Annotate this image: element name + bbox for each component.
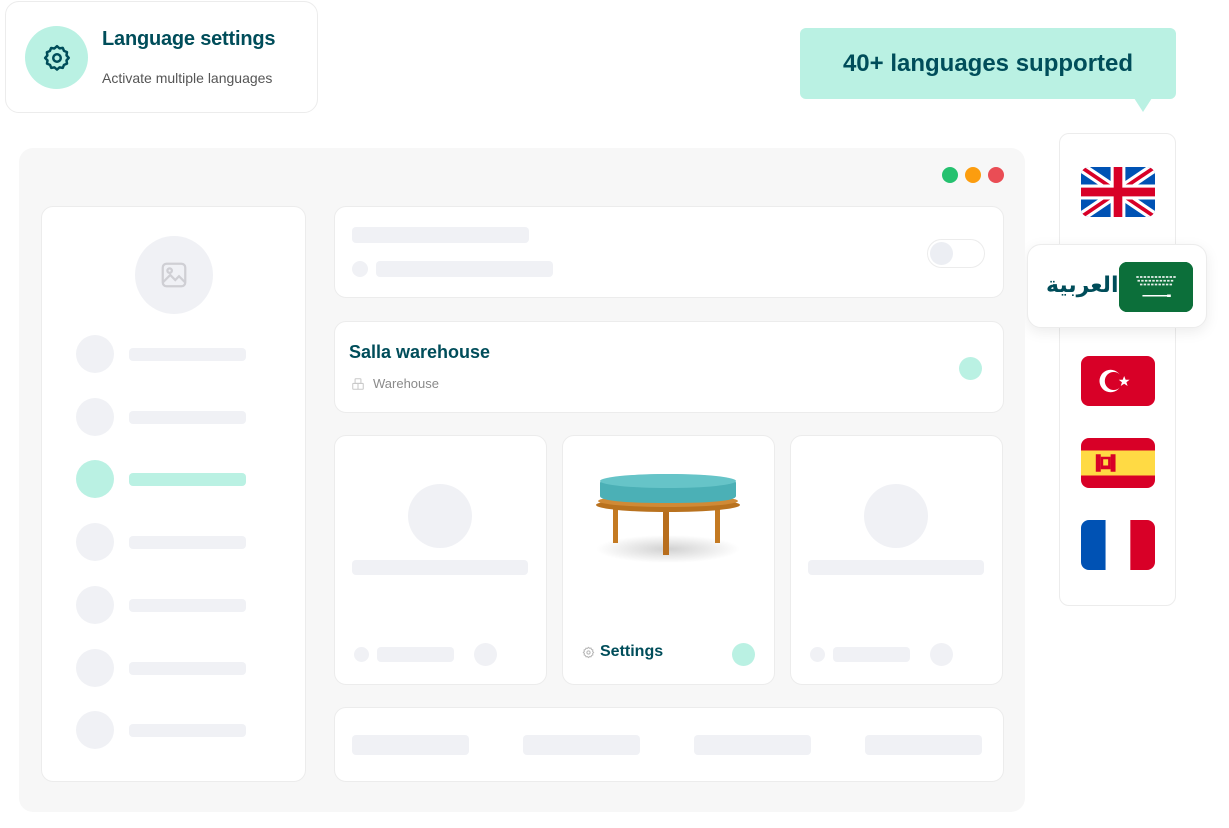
warehouse-name: Salla warehouse: [349, 342, 491, 362]
placeholder-title: [352, 227, 529, 243]
language-option-english[interactable]: [1081, 167, 1155, 217]
arabic-label: العربية: [1046, 273, 1119, 298]
gear-icon: [43, 44, 70, 71]
sidebar-item[interactable]: [76, 586, 276, 626]
product-card[interactable]: Settings: [562, 435, 775, 685]
warehouse-type: Warehouse: [351, 376, 439, 391]
product-image: [596, 474, 740, 563]
placeholder-card: [334, 435, 547, 685]
product-settings-link[interactable]: Settings: [582, 643, 663, 661]
sidebar: [41, 206, 306, 782]
card-title: Language settings: [102, 28, 276, 50]
sidebar-item[interactable]: [76, 649, 276, 689]
placeholder-dot: [352, 261, 368, 277]
placeholder-bar: [694, 735, 811, 755]
language-option-arabic[interactable]: العربية: [1027, 244, 1207, 328]
france-flag-icon: [1081, 520, 1155, 570]
language-option-turkish[interactable]: [1081, 356, 1155, 406]
avatar-placeholder: [135, 236, 213, 314]
sidebar-item-active[interactable]: [76, 460, 276, 500]
settings-row-panel: [334, 206, 1004, 298]
sidebar-item[interactable]: [76, 711, 276, 751]
sidebar-item[interactable]: [76, 523, 276, 563]
warehouse-icon: [352, 377, 364, 390]
language-option-french[interactable]: [1081, 520, 1155, 570]
saudi-flag-icon: [1119, 262, 1193, 312]
sidebar-item[interactable]: [76, 398, 276, 438]
placeholder-bar: [523, 735, 640, 755]
warehouse-panel[interactable]: Salla warehouse Warehouse: [334, 321, 1004, 413]
status-indicator: [732, 643, 755, 666]
sidebar-item[interactable]: [76, 335, 276, 375]
status-indicator: [959, 357, 982, 380]
window-close-button[interactable]: [988, 167, 1004, 183]
placeholder-card: [790, 435, 1003, 685]
language-option-spanish[interactable]: [1081, 438, 1155, 488]
gear-icon: [582, 646, 595, 658]
window-minimize-button[interactable]: [965, 167, 981, 183]
image-icon: [161, 262, 187, 288]
language-settings-card: Language settings Activate multiple lang…: [5, 1, 318, 113]
app-window: Salla warehouse Warehouse Settings: [19, 148, 1025, 812]
placeholder-bar: [865, 735, 982, 755]
window-maximize-button[interactable]: [942, 167, 958, 183]
placeholder-bar: [352, 735, 469, 755]
bottom-placeholder-panel: [334, 707, 1004, 782]
spain-flag-icon: [1081, 438, 1155, 488]
languages-callout: 40+ languages supported: [800, 28, 1176, 112]
turkey-flag-icon: [1081, 356, 1155, 406]
card-subtitle: Activate multiple languages: [102, 70, 273, 86]
language-list: [1059, 133, 1176, 606]
placeholder-subtitle: [376, 261, 553, 277]
gear-icon-badge: [25, 26, 88, 89]
toggle-switch[interactable]: [927, 239, 985, 268]
uk-flag-icon: [1081, 167, 1155, 217]
